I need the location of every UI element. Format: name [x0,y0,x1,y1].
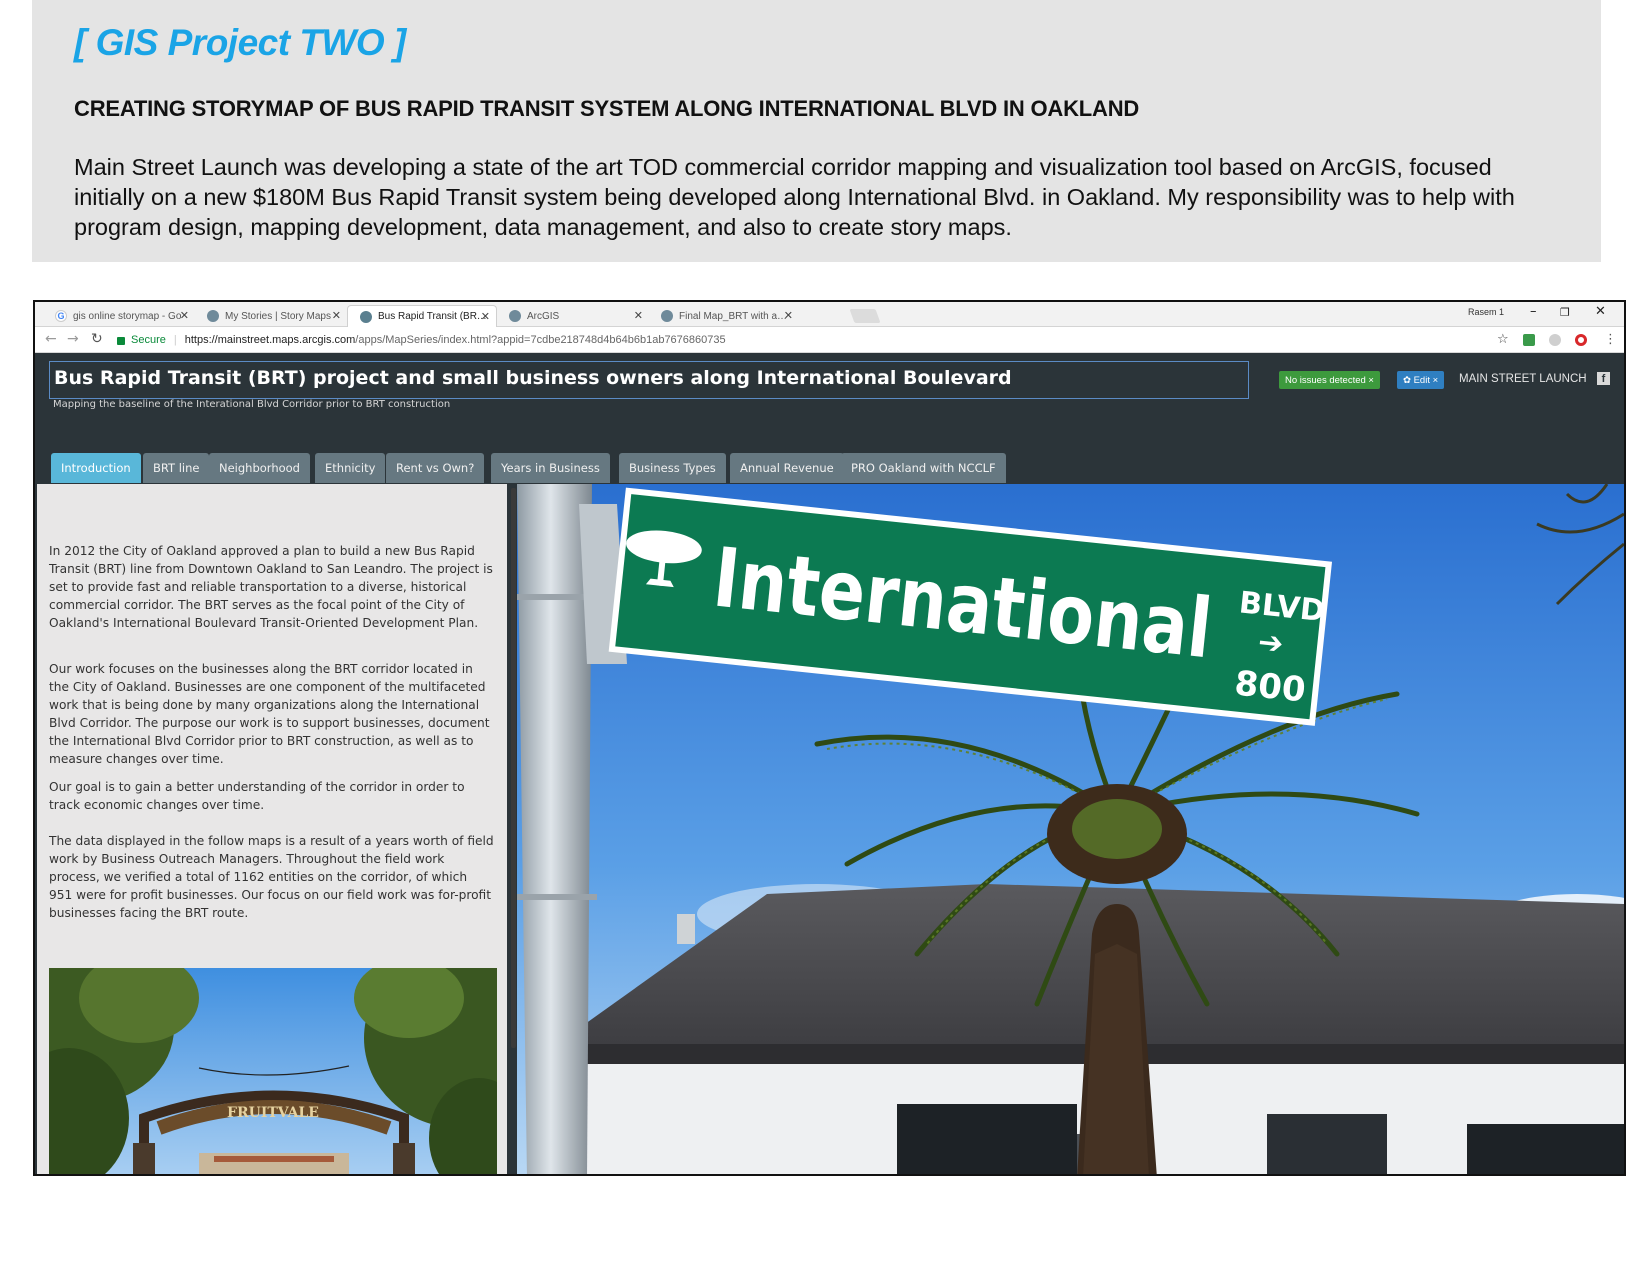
browser-tab-strip: G gis online storymap - Go ✕ My Stories … [35,302,1624,327]
browser-tab[interactable]: Final Map_BRT with all la ✕ [649,305,799,327]
minimize-icon[interactable]: – [1530,304,1537,319]
project-subtitle: CREATING STORYMAP OF BUS RAPID TRANSIT S… [74,96,1140,121]
restore-icon[interactable]: ❐ [1560,306,1570,319]
side-panel: In 2012 the City of Oakland approved a p… [37,484,507,1174]
globe-icon [360,310,372,323]
profile-name[interactable]: Rasem 1 [1468,307,1504,317]
forward-arrow-icon[interactable]: → [67,331,79,347]
intro-paragraph: In 2012 the City of Oakland approved a p… [49,544,493,630]
tab-annual-revenue[interactable]: Annual Revenue [730,453,844,483]
tab-ethnicity[interactable]: Ethnicity [315,453,386,483]
project-title: [ GIS Project TWO ] [74,22,406,63]
new-tab-button[interactable] [849,309,881,323]
browser-tab-label: ArcGIS [527,310,560,322]
intro-paragraph: Our work focuses on the businesses along… [49,662,490,766]
street-sign-number: 800 [1233,663,1308,710]
app-title: Bus Rapid Transit (BRT) project and smal… [54,367,1012,389]
story-content: In 2012 the City of Oakland approved a p… [37,484,1624,1174]
close-icon[interactable]: ✕ [481,310,490,323]
secure-label: Secure [131,334,166,346]
tab-business-types[interactable]: Business Types [619,453,726,483]
menu-kebab-icon[interactable]: ⋮ [1604,332,1617,347]
fruitvale-arch-image: FRUITVALE [49,968,497,1174]
extension-icon[interactable] [1523,334,1535,346]
browser-tab[interactable]: ArcGIS ✕ [497,305,649,327]
storymap-app: Bus Rapid Transit (BRT) project and smal… [35,353,1624,1174]
browser-tab-label: My Stories | Story Maps [225,310,331,322]
fruitvale-arch-photo: FRUITVALE [49,968,497,1174]
tab-pro-oakland[interactable]: PRO Oakland with NCCLF [841,453,1006,483]
intro-paragraph: Our goal is to gain a better understandi… [49,780,465,812]
status-badge[interactable]: No issues detected × [1279,371,1380,389]
globe-icon [661,310,673,322]
address-bar: ← → ↻ Secure | https://mainstreet.maps.a… [35,327,1624,353]
url-host: https://mainstreet.maps.arcgis.com [184,334,356,346]
opera-icon[interactable] [1575,334,1587,346]
tab-years-in-business[interactable]: Years in Business [491,453,610,483]
close-icon[interactable]: ✕ [634,309,643,322]
globe-icon [509,310,521,322]
project-header: [ GIS Project TWO ] CREATING STORYMAP OF… [32,0,1601,262]
intro-paragraph: The data displayed in the follow maps is… [49,834,494,920]
edit-button[interactable]: ✿ Edit × [1397,371,1445,389]
brand-link[interactable]: MAIN STREET LAUNCH [1459,373,1587,385]
tab-introduction[interactable]: Introduction [51,453,141,483]
tab-neighborhood[interactable]: Neighborhood [209,453,310,483]
browser-tab-label: gis online storymap - Go [73,310,182,322]
right-arrow-icon: ➔ [1256,625,1285,662]
lock-icon [117,337,125,345]
browser-tab-label: Bus Rapid Transit (BRT) p [378,311,488,322]
google-icon: G [55,310,67,322]
url-field[interactable]: Secure | https://mainstreet.maps.arcgis.… [117,330,1530,350]
international-blvd-sign-image: International BLVD ➔ 800 [517,484,1624,1174]
globe-icon [207,310,219,322]
side-scrollbar[interactable] [511,488,516,1048]
project-description: Main Street Launch was developing a stat… [74,154,1515,240]
extension-icon[interactable] [1549,334,1561,346]
facebook-icon[interactable]: f [1597,372,1610,385]
browser-tab-active[interactable]: Bus Rapid Transit (BRT) p ✕ [347,305,497,327]
close-icon[interactable]: ✕ [180,309,189,322]
url-path: /apps/MapSeries/index.html?appid=7cdbe21… [355,334,726,346]
star-icon[interactable]: ☆ [1497,332,1509,347]
arch-sign-text: FRUITVALE [227,1105,319,1121]
close-icon[interactable]: ✕ [332,309,341,322]
browser-tab-label: Final Map_BRT with all la [679,310,789,322]
tab-brt-line[interactable]: BRT line [143,453,210,483]
browser-tab[interactable]: G gis online storymap - Go ✕ [43,305,195,327]
close-icon[interactable]: ✕ [784,309,793,322]
app-title-box[interactable]: Bus Rapid Transit (BRT) project and smal… [49,361,1249,399]
tab-rent-vs-own[interactable]: Rent vs Own? [386,453,485,483]
app-subtitle: Mapping the baseline of the Interational… [53,399,451,410]
main-photo: International BLVD ➔ 800 [517,484,1624,1174]
browser-window: G gis online storymap - Go ✕ My Stories … [33,300,1626,1176]
back-arrow-icon[interactable]: ← [45,331,57,347]
close-window-icon[interactable]: ✕ [1595,304,1606,319]
reload-icon[interactable]: ↻ [91,331,103,347]
browser-tab[interactable]: My Stories | Story Maps ✕ [195,305,347,327]
